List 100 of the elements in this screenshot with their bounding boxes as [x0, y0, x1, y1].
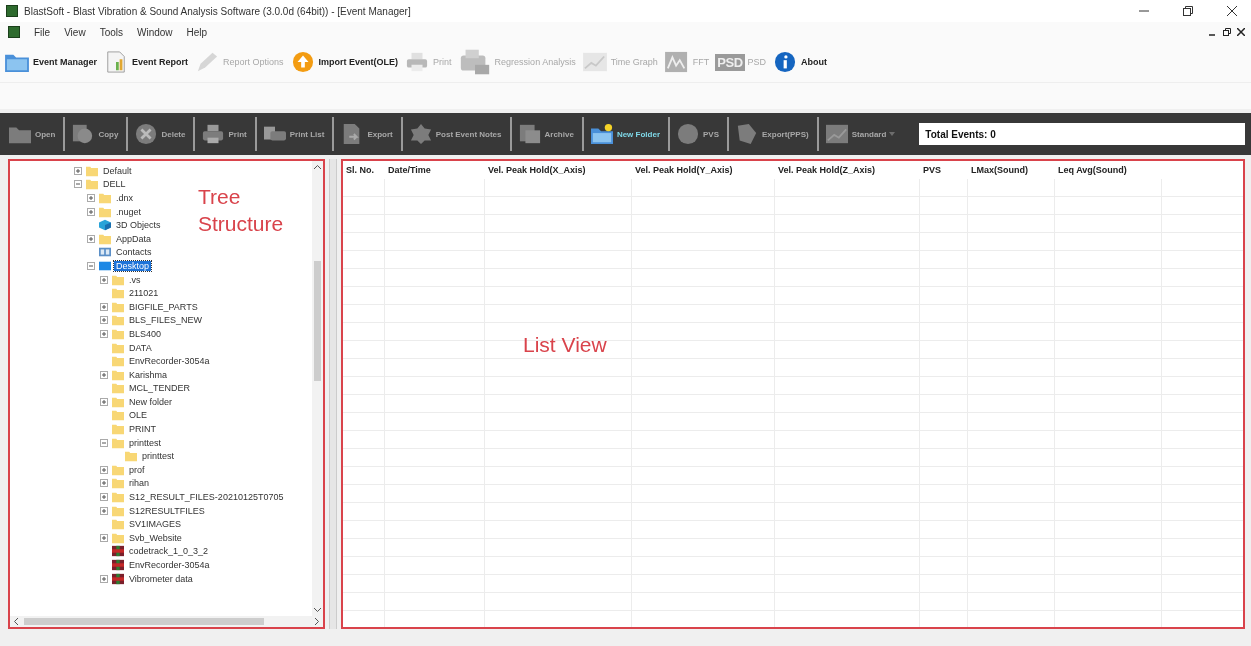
tree-item[interactable]: prof	[127, 464, 147, 475]
tree-item[interactable]: .vs	[127, 274, 143, 285]
folder-icon	[112, 395, 124, 408]
app-icon	[112, 559, 124, 571]
tree-item[interactable]: BLS_FILES_NEW	[127, 315, 205, 326]
toolbar-button[interactable]: About	[772, 51, 828, 73]
collapse-icon[interactable]	[74, 180, 82, 189]
tree-item[interactable]: Default	[101, 165, 134, 176]
expand-icon[interactable]	[87, 194, 95, 202]
restore-icon[interactable]	[1223, 28, 1231, 36]
column-header[interactable]: PVS	[920, 165, 968, 175]
tree-item[interactable]: printtest	[127, 437, 163, 448]
tree-item[interactable]: S12_RESULT_FILES-20210125T0705	[127, 492, 286, 503]
chart-icon	[663, 51, 690, 73]
column-header[interactable]: Leq Avg(Sound)	[1055, 165, 1162, 175]
menu-item[interactable]: File	[34, 26, 51, 38]
tree-item[interactable]: New folder	[127, 396, 175, 407]
folder-icon	[112, 423, 124, 436]
tree-item[interactable]: EnvRecorder-3054a	[127, 356, 212, 367]
expand-icon[interactable]	[100, 316, 108, 325]
tree-item[interactable]: .nuget	[114, 206, 144, 217]
tree-item[interactable]: printtest	[140, 451, 176, 462]
menu-item[interactable]: View	[64, 26, 86, 38]
horizontal-scrollbar[interactable]	[10, 616, 323, 627]
app-icon	[112, 572, 124, 585]
tree-item[interactable]: Karishma	[127, 369, 169, 380]
expand-icon[interactable]	[100, 397, 108, 406]
archive-icon	[517, 123, 542, 145]
menu-item[interactable]: Window	[137, 26, 173, 38]
delete-icon	[134, 123, 159, 145]
tree-item[interactable]: MCL_TENDER	[127, 383, 192, 394]
folder-icon	[112, 341, 124, 354]
expand-icon[interactable]	[87, 234, 95, 243]
expand-icon[interactable]	[100, 275, 108, 284]
folder-icon	[112, 355, 124, 368]
scroll-thumb[interactable]	[314, 261, 321, 381]
tree-item[interactable]: AppData	[114, 233, 154, 244]
tree-item[interactable]: DATA	[127, 342, 154, 353]
tree-item[interactable]: DELL	[101, 179, 128, 190]
column-header[interactable]: Vel. Peak Hold(X_Axis)	[485, 165, 632, 175]
tree-item[interactable]: 3D Objects	[114, 220, 163, 231]
column-header[interactable]: Vel. Peak Hold(Y_Axis)	[632, 165, 775, 175]
collapse-icon[interactable]	[100, 438, 108, 447]
tree-item[interactable]: Contacts	[114, 247, 154, 258]
expand-icon[interactable]	[100, 370, 108, 379]
folder-icon	[86, 178, 98, 191]
tree-item[interactable]: Desktop	[114, 260, 152, 271]
app-icon	[112, 545, 124, 558]
expand-icon[interactable]	[100, 465, 108, 474]
tree-item[interactable]: BIGFILE_PARTS	[127, 301, 200, 312]
folder-icon	[112, 518, 124, 531]
menu-item[interactable]: Help	[186, 26, 208, 38]
folder-icon	[112, 463, 124, 476]
tree-item[interactable]: BLS400	[127, 328, 164, 339]
tree-item[interactable]: Svb_Website	[127, 532, 184, 543]
expand-icon[interactable]	[100, 574, 108, 583]
folder-icon	[112, 287, 124, 300]
expand-icon[interactable]	[87, 207, 95, 216]
toolbar-button[interactable]: New Folder	[587, 123, 664, 145]
total-events-field: Total Events: 0	[919, 123, 1245, 145]
toolbar-button[interactable]: Event Report	[103, 51, 189, 73]
expand-icon[interactable]	[100, 302, 108, 311]
tree-item[interactable]: EnvRecorder-3054a	[127, 560, 212, 570]
tree-item[interactable]: PRINT	[127, 424, 158, 435]
annotation-label: List View	[523, 332, 607, 358]
tree-item[interactable]: OLE	[127, 410, 149, 421]
expand-icon[interactable]	[100, 533, 108, 542]
scroll-up-icon[interactable]	[314, 164, 321, 171]
vertical-scrollbar[interactable]	[312, 161, 323, 616]
folder-icon	[112, 531, 124, 544]
window-title: BlastSoft - Blast Vibration & Sound Analysis Software (3.0.0d (64bit)) - [Event Manager]	[24, 5, 411, 17]
tree-item[interactable]: Vibrometer data	[127, 573, 195, 584]
app-icon	[6, 5, 18, 17]
collapse-icon[interactable]	[87, 261, 95, 270]
tree-item[interactable]: rihan	[127, 478, 151, 489]
tree-item[interactable]: codetrack_1_0_3_2	[127, 546, 211, 557]
expand-icon[interactable]	[74, 166, 82, 175]
column-header[interactable]: LMax(Sound)	[968, 165, 1055, 175]
expand-icon[interactable]	[100, 479, 108, 488]
scroll-down-icon[interactable]	[314, 606, 321, 613]
desktop-icon	[99, 259, 111, 272]
scroll-left-icon[interactable]	[13, 618, 20, 625]
toolbar-button[interactable]: Event Manager	[4, 51, 98, 73]
expand-icon[interactable]	[100, 493, 108, 502]
folder-icon	[112, 504, 124, 517]
scroll-thumb[interactable]	[24, 618, 264, 625]
column-header[interactable]: Vel. Peak Hold(Z_Axis)	[775, 165, 920, 175]
tree-item[interactable]: SV1IMAGES	[127, 519, 184, 530]
scroll-right-icon[interactable]	[313, 618, 320, 625]
expand-icon[interactable]	[100, 506, 108, 515]
tree-item[interactable]: S12RESULTFILES	[127, 505, 207, 516]
close-icon[interactable]	[1237, 28, 1245, 36]
tree-item[interactable]: 211021	[127, 288, 161, 299]
column-header[interactable]: Sl. No.	[343, 165, 385, 175]
expand-icon[interactable]	[100, 329, 108, 338]
tree-item[interactable]: .dnx	[114, 193, 135, 203]
toolbar-button[interactable]: Import Event(OLE)	[289, 51, 399, 73]
column-header[interactable]: Date/Time	[385, 165, 485, 175]
menu-item[interactable]: Tools	[99, 26, 123, 38]
folder-icon	[112, 300, 124, 313]
